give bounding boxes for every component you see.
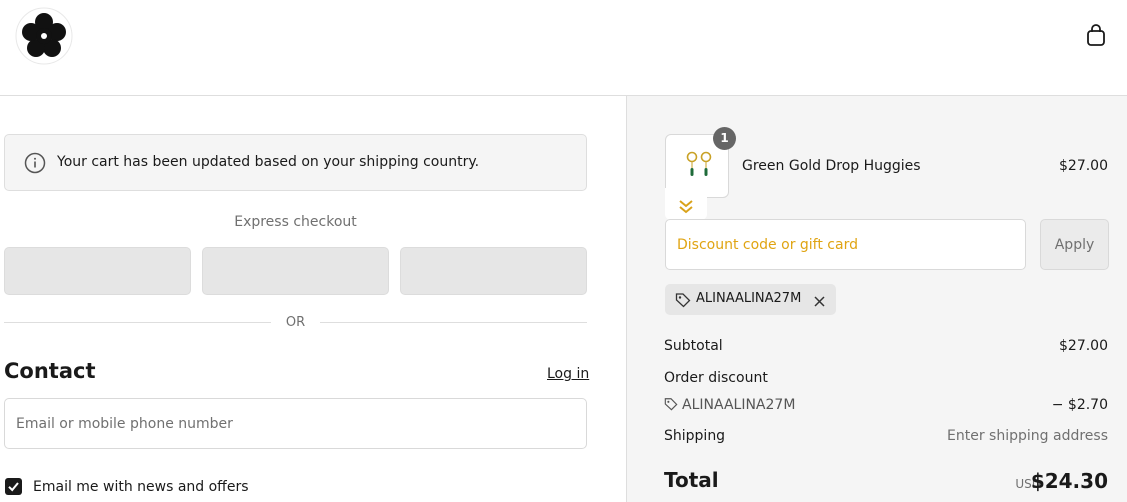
newsletter-label: Email me with news and offers <box>33 479 249 495</box>
apply-discount-button[interactable]: Apply <box>1040 219 1109 270</box>
scroll-down-indicator[interactable] <box>665 188 707 220</box>
applied-discount-tag: ALINAALINA27M <box>665 284 836 315</box>
shipping-label: Shipping <box>664 428 726 444</box>
store-logo[interactable] <box>14 6 74 66</box>
order-discount-code-text: ALINAALINA27M <box>682 397 796 413</box>
discount-code-input[interactable] <box>665 219 1026 270</box>
remove-code-icon[interactable] <box>813 293 826 307</box>
checkmark-icon <box>8 482 19 492</box>
order-discount-code: ALINAALINA27M <box>664 397 795 413</box>
or-divider-text: OR <box>285 315 306 330</box>
divider <box>4 322 271 323</box>
shopping-bag-icon[interactable] <box>1085 23 1107 47</box>
total-label: Total <box>664 468 719 492</box>
newsletter-checkbox[interactable] <box>5 478 22 495</box>
contact-heading: Contact <box>4 359 96 383</box>
express-pay-button[interactable] <box>400 247 587 295</box>
product-price: $27.00 <box>1059 158 1108 174</box>
email-or-phone-input[interactable] <box>4 398 587 449</box>
express-pay-button[interactable] <box>4 247 191 295</box>
express-checkout-title: Express checkout <box>234 214 357 230</box>
tag-icon <box>664 398 678 411</box>
checkout-form: Your cart has been updated based on your… <box>0 96 626 502</box>
subtotal-value: $27.00 <box>1059 338 1108 354</box>
order-discount-label: Order discount <box>664 370 768 386</box>
order-summary: 1 Green Gold Drop Huggies $27.00 Apply A… <box>626 96 1127 502</box>
express-pay-button[interactable] <box>202 247 389 295</box>
notice-text: Your cart has been updated based on your… <box>57 154 480 170</box>
quantity-badge: 1 <box>713 127 736 150</box>
double-chevron-down-icon <box>679 200 693 214</box>
info-icon <box>24 152 46 174</box>
site-header <box>0 0 1127 96</box>
log-in-link[interactable]: Log in <box>547 366 589 382</box>
shipping-value: Enter shipping address <box>947 428 1108 444</box>
tag-icon <box>675 292 691 312</box>
applied-code-text: ALINAALINA27M <box>696 291 802 306</box>
divider <box>320 322 587 323</box>
cart-updated-notice: Your cart has been updated based on your… <box>4 134 587 191</box>
total-value: $24.30 <box>1030 469 1108 493</box>
product-name: Green Gold Drop Huggies <box>742 158 921 174</box>
subtotal-label: Subtotal <box>664 338 723 354</box>
order-discount-value: − $2.70 <box>1051 397 1108 413</box>
